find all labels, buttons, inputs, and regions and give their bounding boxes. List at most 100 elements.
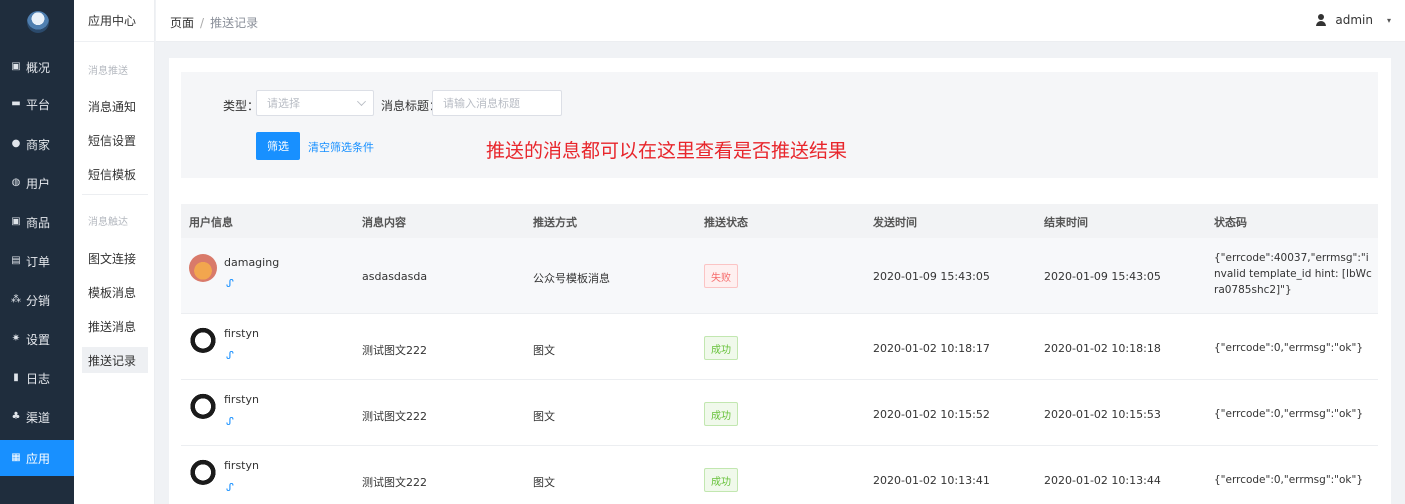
nav-item-order[interactable]: ▤ 订单 [0, 243, 74, 279]
link-icon[interactable]: ᔑ [226, 349, 234, 362]
status-badge: 成功 [704, 336, 738, 360]
column-header: 结束时间 [1044, 216, 1088, 229]
user-name: firstyn [224, 459, 259, 472]
end-time: 2020-01-02 10:13:44 [1044, 474, 1161, 487]
submenu-item-article-link[interactable]: 图文连接 [82, 245, 148, 271]
user-menu[interactable]: admin ▾ [1315, 13, 1391, 27]
link-icon[interactable]: ᔑ [226, 481, 234, 494]
push-method: 公众号模板消息 [533, 272, 610, 285]
push-method: 图文 [533, 410, 555, 423]
submenu-title: 应用中心 [74, 0, 155, 42]
submenu-item-sms-template[interactable]: 短信模板 [82, 161, 148, 187]
nav-item-log[interactable]: ▮ 日志 [0, 360, 74, 396]
channel-icon: ♣ [11, 411, 21, 422]
type-label: 类型： [223, 99, 260, 113]
status-code: {"errcode":40037,"errmsg":"invalid templ… [1214, 252, 1372, 296]
table-row[interactable]: firstyn ᔑ 测试图文222 图文 成功 2020-01-02 10:13… [181, 446, 1378, 504]
submenu-group-label: 消息触达 [88, 217, 128, 228]
distribution-icon: ⁂ [11, 294, 21, 305]
user-name: firstyn [224, 327, 259, 340]
status-badge: 失败 [704, 264, 738, 288]
status-code: {"errcode":0,"errmsg":"ok"} [1214, 474, 1364, 486]
status-code: {"errcode":0,"errmsg":"ok"} [1214, 342, 1364, 354]
submenu-item-push-records[interactable]: 推送记录 [82, 347, 148, 373]
nav-item-platform[interactable]: ▬ 平台 [0, 86, 74, 122]
nav-item-label: 商品 [26, 215, 51, 230]
breadcrumb-root[interactable]: 页面 [170, 16, 194, 30]
app-root: ▣ 概况 ▬ 平台 ● 商家 ◍ 用户 ▣ 商品 ▤ 订单 ⁂ 分销 ✷ 设置 [0, 0, 1405, 504]
submenu-item-template-message[interactable]: 模板消息 [82, 279, 148, 305]
order-icon: ▤ [11, 255, 21, 266]
submenu-divider [82, 194, 148, 195]
nav-item-settings[interactable]: ✷ 设置 [0, 321, 74, 357]
nav-item-label: 概况 [26, 60, 51, 75]
user-name: damaging [224, 256, 280, 269]
main-nav: ▣ 概况 ▬ 平台 ● 商家 ◍ 用户 ▣ 商品 ▤ 订单 ⁂ 分销 ✷ 设置 [0, 0, 74, 504]
nav-item-label: 应用 [26, 451, 51, 466]
nav-item-label: 设置 [26, 332, 51, 347]
submenu-item-message-notify[interactable]: 消息通知 [82, 93, 148, 119]
link-icon[interactable]: ᔑ [226, 415, 234, 428]
person-icon [1315, 14, 1327, 26]
submenu-group-label: 消息推送 [88, 66, 128, 77]
type-select[interactable]: 请选择 [256, 90, 374, 116]
log-icon: ▮ [13, 372, 19, 383]
submenu-item-push-message[interactable]: 推送消息 [82, 313, 148, 339]
apps-icon: ▦ [11, 452, 21, 463]
nav-item-apps[interactable]: ▦ 应用 [0, 440, 74, 476]
column-header: 消息内容 [362, 216, 406, 229]
nav-item-label: 渠道 [26, 410, 51, 425]
breadcrumb: 页面 / 推送记录 [170, 14, 258, 31]
avatar [189, 391, 217, 419]
nav-item-label: 分销 [26, 293, 51, 308]
message-content: 测试图文222 [362, 476, 427, 489]
nav-item-label: 平台 [26, 97, 51, 112]
filter-button[interactable]: 筛选 [256, 132, 300, 160]
dashboard-icon: ▣ [11, 61, 21, 72]
logo[interactable] [27, 11, 49, 33]
column-header: 发送时间 [873, 216, 917, 229]
caret-down-icon: ▾ [1386, 15, 1391, 25]
nav-item-user[interactable]: ◍ 用户 [0, 165, 74, 201]
sub-menu: 应用中心 消息推送 消息通知 短信设置 短信模板 消息触达 图文连接 模板消息 … [74, 0, 155, 504]
type-select-placeholder: 请选择 [267, 97, 300, 110]
avatar [189, 325, 217, 353]
send-time: 2020-01-02 10:15:52 [873, 408, 990, 421]
table-row[interactable]: firstyn ᔑ 测试图文222 图文 成功 2020-01-02 10:15… [181, 380, 1378, 446]
gear-icon: ✷ [11, 333, 21, 344]
nav-item-label: 日志 [26, 371, 51, 386]
push-method: 图文 [533, 344, 555, 357]
end-time: 2020-01-02 10:18:18 [1044, 342, 1161, 355]
link-icon[interactable]: ᔑ [226, 277, 234, 290]
status-badge: 成功 [704, 402, 738, 426]
avatar [189, 254, 217, 282]
nav-item-merchant[interactable]: ● 商家 [0, 126, 74, 162]
user-name: admin [1335, 13, 1373, 27]
send-time: 2020-01-02 10:18:17 [873, 342, 990, 355]
nav-item-label: 订单 [26, 254, 51, 269]
nav-item-distribution[interactable]: ⁂ 分销 [0, 282, 74, 318]
annotation-text: 推送的消息都可以在这里查看是否推送结果 [486, 140, 848, 162]
content-card: 类型： 请选择 消息标题： 请输入消息标题 筛选 清空筛选条件 推送的消息都可以… [169, 58, 1391, 504]
send-time: 2020-01-02 10:13:41 [873, 474, 990, 487]
clear-filters-link[interactable]: 清空筛选条件 [308, 139, 374, 155]
nav-item-label: 用户 [26, 176, 51, 191]
shop-icon: ● [11, 138, 21, 149]
message-content: asdasdasda [362, 270, 428, 283]
user-icon: ◍ [11, 177, 21, 188]
send-time: 2020-01-09 15:43:05 [873, 270, 990, 283]
title-input[interactable]: 请输入消息标题 [432, 90, 562, 116]
column-header: 推送状态 [704, 216, 748, 229]
end-time: 2020-01-02 10:15:53 [1044, 408, 1161, 421]
table-row[interactable]: firstyn ᔑ 测试图文222 图文 成功 2020-01-02 10:18… [181, 314, 1378, 380]
filter-panel: 类型： 请选择 消息标题： 请输入消息标题 筛选 清空筛选条件 推送的消息都可以… [181, 72, 1378, 178]
nav-item-overview[interactable]: ▣ 概况 [0, 49, 74, 85]
table-row[interactable]: damaging ᔑ asdasdasda 公众号模板消息 失败 2020-01… [181, 238, 1378, 314]
nav-item-goods[interactable]: ▣ 商品 [0, 204, 74, 240]
message-content: 测试图文222 [362, 410, 427, 423]
nav-item-channel[interactable]: ♣ 渠道 [0, 399, 74, 435]
title-input-placeholder: 请输入消息标题 [443, 97, 520, 110]
submenu-item-sms-settings[interactable]: 短信设置 [82, 127, 148, 153]
goods-icon: ▣ [11, 216, 21, 227]
chevron-down-icon [357, 97, 366, 106]
